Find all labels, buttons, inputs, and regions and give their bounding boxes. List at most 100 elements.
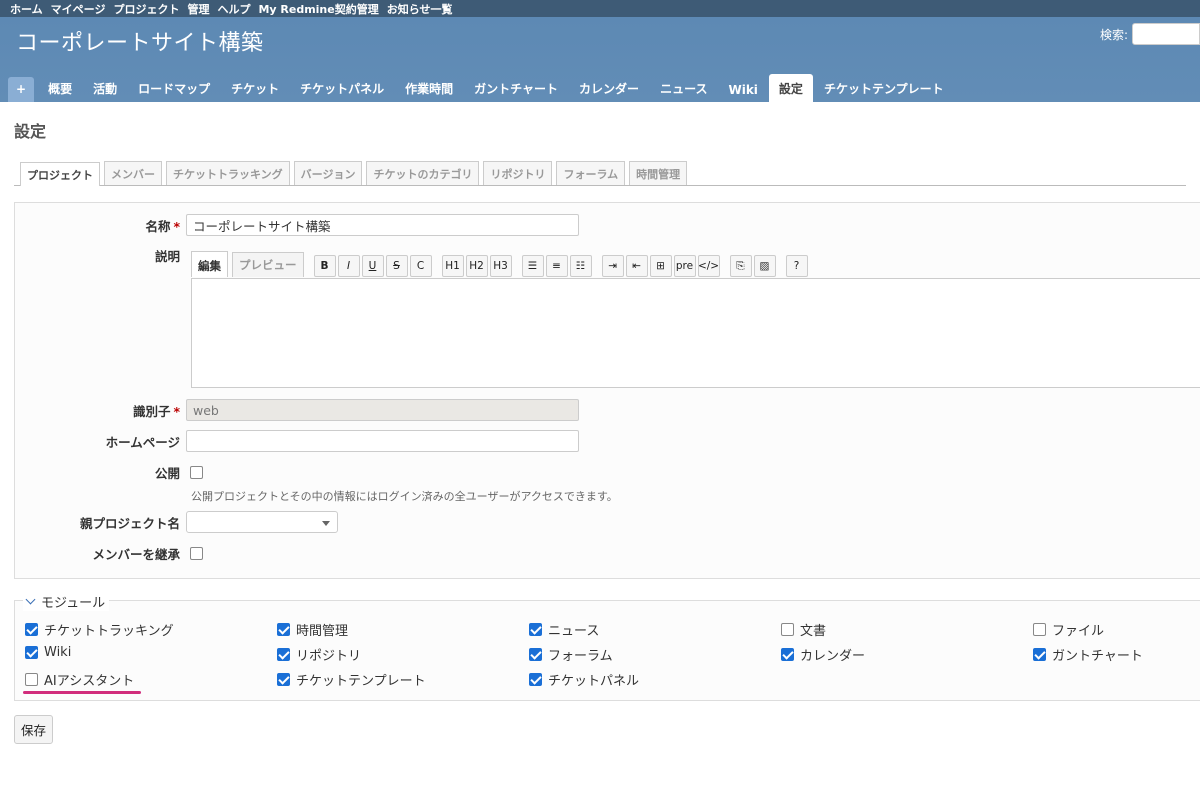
module-checkbox[interactable] [25, 673, 38, 686]
module-checkbox[interactable] [781, 623, 794, 636]
module-item[interactable]: チケットテンプレート [277, 670, 426, 689]
search-input[interactable] [1132, 23, 1200, 45]
top-menu-projects[interactable]: プロジェクト [113, 1, 179, 17]
subtab-time-tracking[interactable]: 時間管理 [629, 161, 688, 185]
top-menu-home[interactable]: ホーム [10, 1, 43, 17]
tab-issues[interactable]: チケット [221, 74, 289, 102]
module-checkbox[interactable] [529, 648, 542, 661]
subtab-versions[interactable]: バージョン [293, 161, 363, 185]
module-item[interactable]: ニュース [529, 620, 599, 639]
save-button[interactable]: 保存 [14, 715, 54, 744]
modules-legend-label: モジュール [41, 596, 106, 611]
editor-tab-preview[interactable]: プレビュー [232, 252, 304, 277]
link-icon[interactable]: ⎘ [729, 255, 752, 277]
module-item[interactable]: AIアシスタント [25, 670, 134, 689]
italic-button[interactable]: I [337, 255, 360, 277]
numbered-list-icon[interactable]: ≡ [545, 255, 568, 277]
code-block-icon[interactable]: </> [697, 255, 720, 277]
parent-project-select[interactable] [186, 511, 338, 533]
description-textarea[interactable] [191, 278, 1200, 388]
module-checkbox[interactable] [25, 646, 38, 659]
top-menu-contract[interactable]: My Redmine契約管理 [258, 1, 378, 17]
required-mark: * [173, 403, 180, 419]
tab-issue-templates[interactable]: チケットテンプレート [814, 74, 954, 102]
indent-icon[interactable]: ⇥ [601, 255, 624, 277]
image-icon[interactable]: ▨ [753, 255, 776, 277]
public-row: 公開 [15, 463, 203, 482]
module-item[interactable]: 時間管理 [277, 620, 348, 639]
tab-time-entries[interactable]: 作業時間 [395, 74, 463, 102]
module-checkbox[interactable] [1033, 648, 1046, 661]
module-label: Wiki [44, 645, 72, 660]
strike-button[interactable]: S [385, 255, 408, 277]
outdent-icon[interactable]: ⇤ [625, 255, 648, 277]
tab-gantt[interactable]: ガントチャート [464, 74, 568, 102]
module-checkbox[interactable] [529, 673, 542, 686]
module-checkbox[interactable] [277, 648, 290, 661]
module-checkbox[interactable] [25, 623, 38, 636]
h2-button[interactable]: H2 [465, 255, 488, 277]
top-menu-mypage[interactable]: マイページ [51, 1, 106, 17]
h3-button[interactable]: H3 [489, 255, 512, 277]
modules-legend[interactable]: モジュール [23, 592, 110, 611]
module-item[interactable]: Wiki [25, 645, 71, 660]
module-item[interactable]: チケットパネル [529, 670, 639, 689]
h1-button[interactable]: H1 [441, 255, 464, 277]
module-item[interactable]: チケットトラッキング [25, 620, 174, 639]
tab-settings[interactable]: 設定 [768, 74, 813, 102]
module-item[interactable]: 文書 [781, 620, 826, 639]
identifier-row: 識別子 * web [15, 399, 579, 421]
tab-overview[interactable]: 概要 [38, 74, 82, 102]
tab-wiki[interactable]: Wiki [718, 77, 767, 102]
help-icon[interactable]: ? [785, 255, 808, 277]
tab-calendar[interactable]: カレンダー [569, 74, 649, 102]
module-label: AIアシスタント [44, 674, 135, 689]
bullet-list-icon[interactable]: ☰ [521, 255, 544, 277]
module-item[interactable]: ガントチャート [1033, 645, 1143, 664]
public-checkbox[interactable] [190, 466, 203, 479]
tab-news[interactable]: ニュース [650, 74, 717, 102]
table-icon[interactable]: ⊞ [649, 255, 672, 277]
module-checkbox[interactable] [781, 648, 794, 661]
name-input[interactable]: コーポレートサイト構築 [186, 214, 579, 236]
code-inline-button[interactable]: C [409, 255, 432, 277]
module-checkbox[interactable] [277, 673, 290, 686]
inherit-members-checkbox[interactable] [190, 547, 203, 560]
module-item[interactable]: カレンダー [781, 645, 865, 664]
module-item[interactable]: フォーラム [529, 645, 613, 664]
parent-label: 親プロジェクト名 [79, 515, 180, 531]
subtab-trackers[interactable]: チケットトラッキング [166, 161, 290, 185]
subtab-members[interactable]: メンバー [104, 161, 162, 185]
chevron-down-icon [25, 594, 36, 605]
top-menu-admin[interactable]: 管理 [187, 1, 209, 17]
project-title: コーポレートサイト構築 [16, 31, 264, 56]
subtab-repositories[interactable]: リポジトリ [483, 161, 553, 185]
module-checkbox[interactable] [277, 623, 290, 636]
module-item[interactable]: リポジトリ [277, 645, 361, 664]
new-object-button[interactable]: + [8, 77, 35, 102]
task-list-icon[interactable]: ☷ [569, 255, 592, 277]
module-label: ニュース [548, 624, 600, 639]
editor-tab-edit[interactable]: 編集 [191, 251, 228, 277]
module-checkbox[interactable] [1033, 623, 1046, 636]
module-label: チケットパネル [548, 674, 640, 689]
tab-activity[interactable]: 活動 [83, 74, 127, 102]
pre-button[interactable]: pre [673, 255, 696, 277]
top-menu-notices[interactable]: お知らせ一覧 [387, 1, 453, 17]
highlight-underline [23, 691, 141, 694]
underline-button[interactable]: U [361, 255, 384, 277]
bold-button[interactable]: B [313, 255, 336, 277]
module-checkbox[interactable] [529, 623, 542, 636]
tab-roadmap[interactable]: ロードマップ [128, 74, 220, 102]
module-item[interactable]: ファイル [1033, 620, 1104, 639]
homepage-label: ホームページ [105, 434, 180, 450]
top-menu-help[interactable]: ヘルプ [217, 1, 250, 17]
search-label: 検索: [1099, 27, 1128, 42]
tab-issue-panel[interactable]: チケットパネル [290, 74, 394, 102]
top-menu: ホーム マイページ プロジェクト 管理 ヘルプ My Redmine契約管理 お… [0, 0, 1200, 17]
identifier-label: 識別子 [132, 403, 171, 419]
subtab-categories[interactable]: チケットのカテゴリ [366, 161, 480, 185]
subtab-forums[interactable]: フォーラム [556, 161, 626, 185]
homepage-input[interactable] [186, 430, 579, 452]
subtab-project[interactable]: プロジェクト [20, 162, 100, 186]
